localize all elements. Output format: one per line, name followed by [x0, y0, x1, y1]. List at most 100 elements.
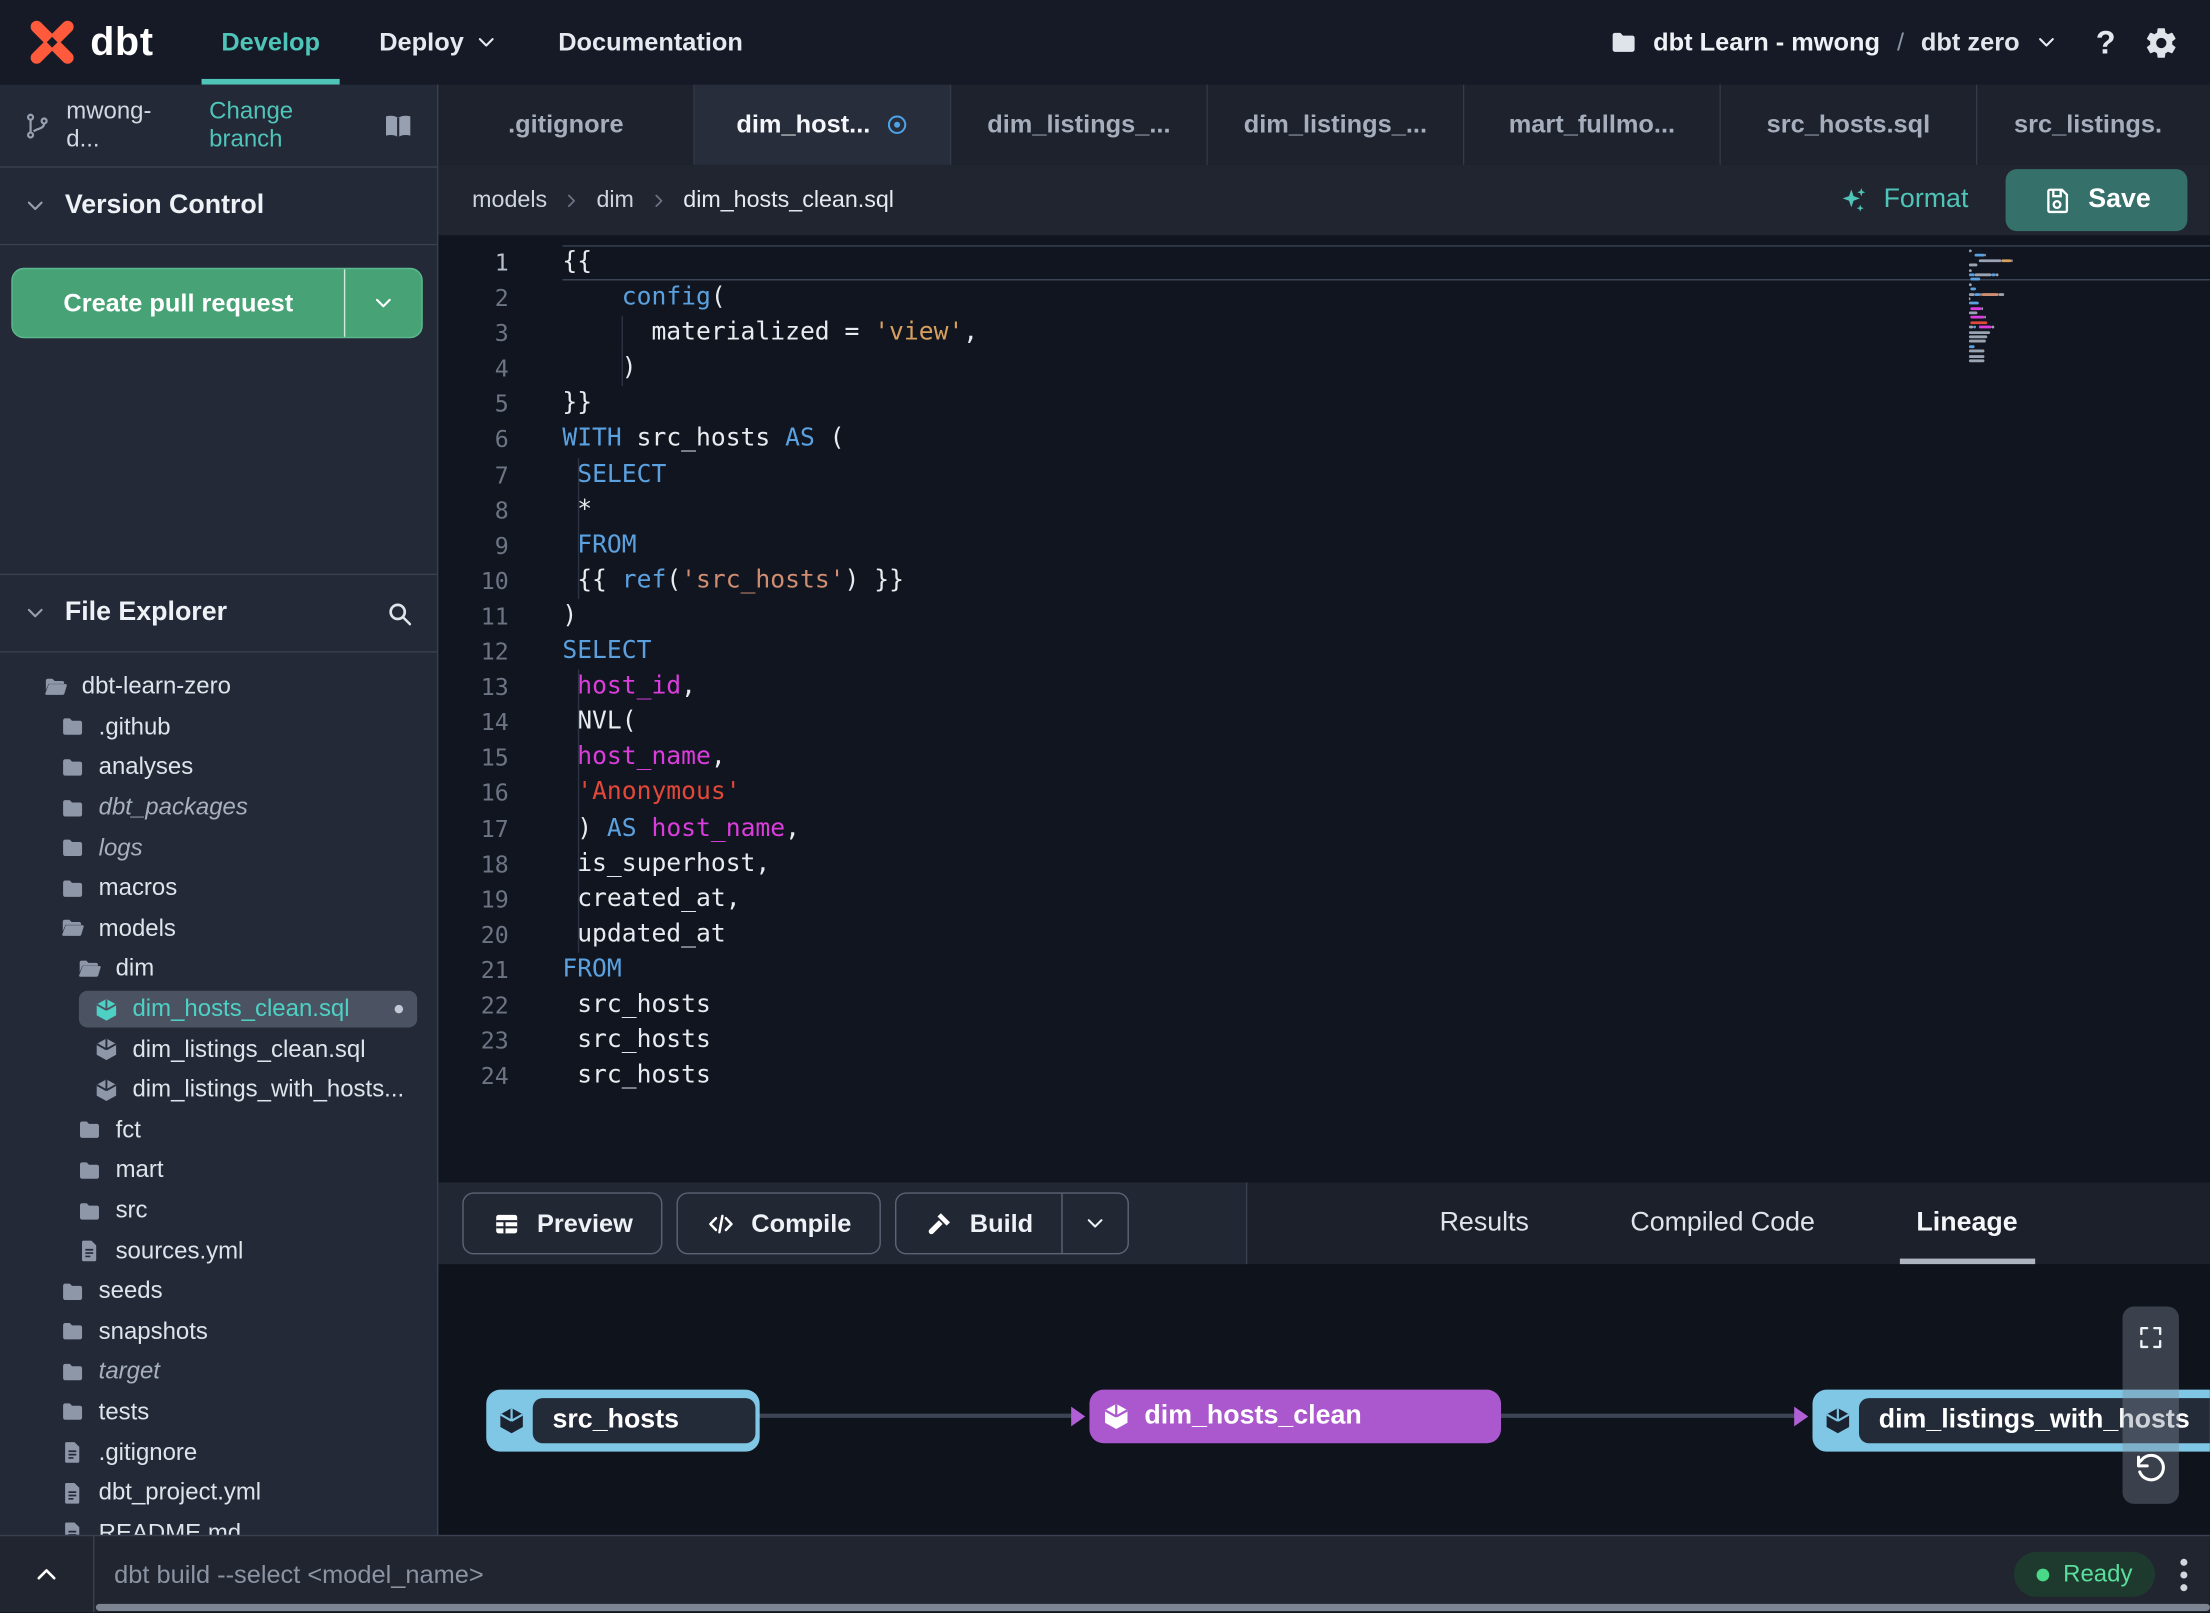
file-tree-item-src[interactable]: src [0, 1191, 437, 1231]
floppy-disk-icon [2042, 185, 2072, 215]
save-button[interactable]: Save [2005, 169, 2188, 232]
file-tree-item-fct[interactable]: fct [0, 1110, 437, 1150]
file-tree-label: dim_hosts_clean.sql [132, 995, 350, 1022]
result-panel-tabs: Results Compiled Code Lineage [1247, 1182, 2210, 1265]
line-number: 16 [480, 779, 509, 807]
indent-guide [577, 740, 579, 776]
file-tree-item-seeds[interactable]: seeds [0, 1271, 437, 1311]
build-dropdown[interactable] [1061, 1193, 1127, 1253]
version-control-header[interactable]: Version Control [0, 168, 437, 246]
file-tree-item-dim-listings-with-hosts-[interactable]: dim_listings_with_hosts... [0, 1070, 437, 1110]
grid-icon [492, 1209, 522, 1239]
line-number: 11 [480, 603, 509, 630]
line-number: 12 [480, 638, 509, 666]
code-line: created_at, [562, 881, 2210, 918]
file-tab-dim-listings-[interactable]: dim_listings_... [1207, 84, 1465, 165]
chevron-down-icon [23, 193, 48, 218]
indent-guide [577, 917, 579, 953]
line-number: 20 [480, 921, 509, 949]
file-tree-label: src [115, 1196, 148, 1224]
settings-gear-icon[interactable] [2144, 25, 2179, 60]
code-line: {{ [562, 245, 2210, 280]
file-tree-item-dim[interactable]: dim [0, 949, 437, 989]
project-selector[interactable]: dbt Learn - mwong / dbt zero [1608, 27, 2059, 58]
lineage-node-src-hosts[interactable]: src_hosts [486, 1389, 760, 1452]
tab-label: mart_fullmo... [1508, 109, 1676, 139]
file-tree-item-models[interactable]: models [0, 908, 437, 948]
collapse-panel-button[interactable] [0, 1536, 95, 1613]
code-line: host_id, [562, 669, 2210, 706]
file-tree-item-tests[interactable]: tests [0, 1392, 437, 1432]
file-tree-item-sources-yml[interactable]: sources.yml [0, 1231, 437, 1271]
file-tab-mart-fullmo-[interactable]: mart_fullmo... [1464, 84, 1721, 165]
file-tree-item-logs[interactable]: logs [0, 828, 437, 868]
book-icon[interactable] [382, 109, 414, 141]
file-tree-item-snapshots[interactable]: snapshots [0, 1311, 437, 1351]
file-tree-item-dim-hosts-clean-sql[interactable]: dim_hosts_clean.sql [0, 989, 437, 1029]
model-cube-icon [1101, 1401, 1132, 1432]
file-tree-label: dim [115, 954, 155, 982]
file-tree-item-dbt-packages[interactable]: dbt_packages [0, 788, 437, 828]
file-tree-item-dbt-project-yml[interactable]: dbt_project.yml [0, 1473, 437, 1513]
breadcrumb-item[interactable]: dim_hosts_clean.sql [683, 187, 894, 214]
panel-tab-results[interactable]: Results [1434, 1182, 1535, 1264]
file-tree-item-macros[interactable]: macros [0, 868, 437, 908]
breadcrumb-item[interactable]: models [472, 187, 547, 214]
file-tree-item--gitignore[interactable]: .gitignore [0, 1432, 437, 1472]
folder-open-icon [42, 673, 69, 700]
line-number: 17 [480, 815, 509, 843]
file-tree-item-dbt-learn-zero[interactable]: dbt-learn-zero [0, 667, 437, 707]
help-icon[interactable]: ? [2096, 23, 2116, 61]
file-tab-dim-listings-[interactable]: dim_listings_... [951, 84, 1208, 165]
file-tree-item-dim-listings-clean-sql[interactable]: dim_listings_clean.sql [0, 1029, 437, 1069]
code-line: src_hosts [562, 990, 711, 1019]
file-tree: dbt-learn-zero .github analyses dbt_package… [0, 653, 437, 1537]
file-tree-label: logs [98, 833, 143, 861]
file-tab-dim-host-[interactable]: dim_host... [694, 84, 952, 165]
breadcrumb-item[interactable]: dim [596, 187, 633, 214]
line-number: 7 [494, 461, 509, 489]
file-tab-src-hosts-sql[interactable]: src_hosts.sql [1720, 84, 1978, 165]
reset-view-icon[interactable] [2132, 1450, 2169, 1487]
command-input[interactable] [94, 1559, 2014, 1590]
file-tree-item-analyses[interactable]: analyses [0, 747, 437, 787]
nav-deploy[interactable]: Deploy [359, 0, 518, 85]
file-tree-label: fct [115, 1116, 141, 1143]
file-tree-label: README.md [98, 1519, 242, 1537]
line-number: 1 [494, 249, 509, 277]
code-content[interactable]: {{ config( materialized = 'view', )}} WIT… [562, 245, 2210, 1094]
file-tree-item-target[interactable]: target [0, 1352, 437, 1392]
change-branch-link[interactable]: Change branch [209, 97, 368, 153]
create-pull-request-button[interactable]: Create pull request [11, 267, 423, 339]
horizontal-scrollbar[interactable] [95, 1603, 2210, 1611]
file-tab-src-listings-[interactable]: src_listings. [1977, 84, 2210, 165]
file-tree-item-mart[interactable]: mart [0, 1150, 437, 1190]
file-tree-item-README-md[interactable]: README.md [0, 1513, 437, 1537]
build-button[interactable]: Build [895, 1192, 1130, 1255]
nav-develop[interactable]: Develop [201, 0, 340, 85]
minimap[interactable] [1968, 249, 2037, 364]
file-tree-item--github[interactable]: .github [0, 707, 437, 747]
file-tab--gitignore[interactable]: .gitignore [438, 84, 695, 165]
create-pr-dropdown[interactable] [345, 269, 421, 337]
search-icon[interactable] [385, 598, 415, 628]
code-editor[interactable]: 1 2 3 4 5 6 7 8 9 10 11 12 13 14 15 16 17 18 19 20 21 22 23 24 … [438, 235, 2210, 1183]
dbt-logo[interactable]: dbt [25, 16, 153, 70]
file-tree-label: .gitignore [98, 1438, 198, 1466]
button-label: Build [969, 1208, 1034, 1237]
fullscreen-icon[interactable] [2137, 1323, 2165, 1351]
panel-tab-compiled-code[interactable]: Compiled Code [1625, 1182, 1821, 1264]
nav-documentation[interactable]: Documentation [539, 0, 763, 85]
file-explorer-title: File Explorer [64, 597, 228, 628]
panel-tab-lineage[interactable]: Lineage [1899, 1182, 2035, 1265]
modified-dot-circle-icon [884, 113, 908, 137]
file-explorer-header[interactable]: File Explorer [0, 573, 437, 653]
file-tree-label: analyses [98, 753, 194, 781]
status-badge: Ready [2013, 1551, 2155, 1597]
kebab-menu-icon[interactable] [2180, 1558, 2188, 1591]
version-control-title: Version Control [64, 190, 265, 220]
format-button[interactable]: Format [1837, 184, 1968, 216]
compile-button[interactable]: Compile [676, 1192, 881, 1255]
preview-button[interactable]: Preview [462, 1192, 663, 1255]
lineage-node-dim-hosts-clean[interactable]: dim_hosts_clean [1089, 1389, 1502, 1444]
